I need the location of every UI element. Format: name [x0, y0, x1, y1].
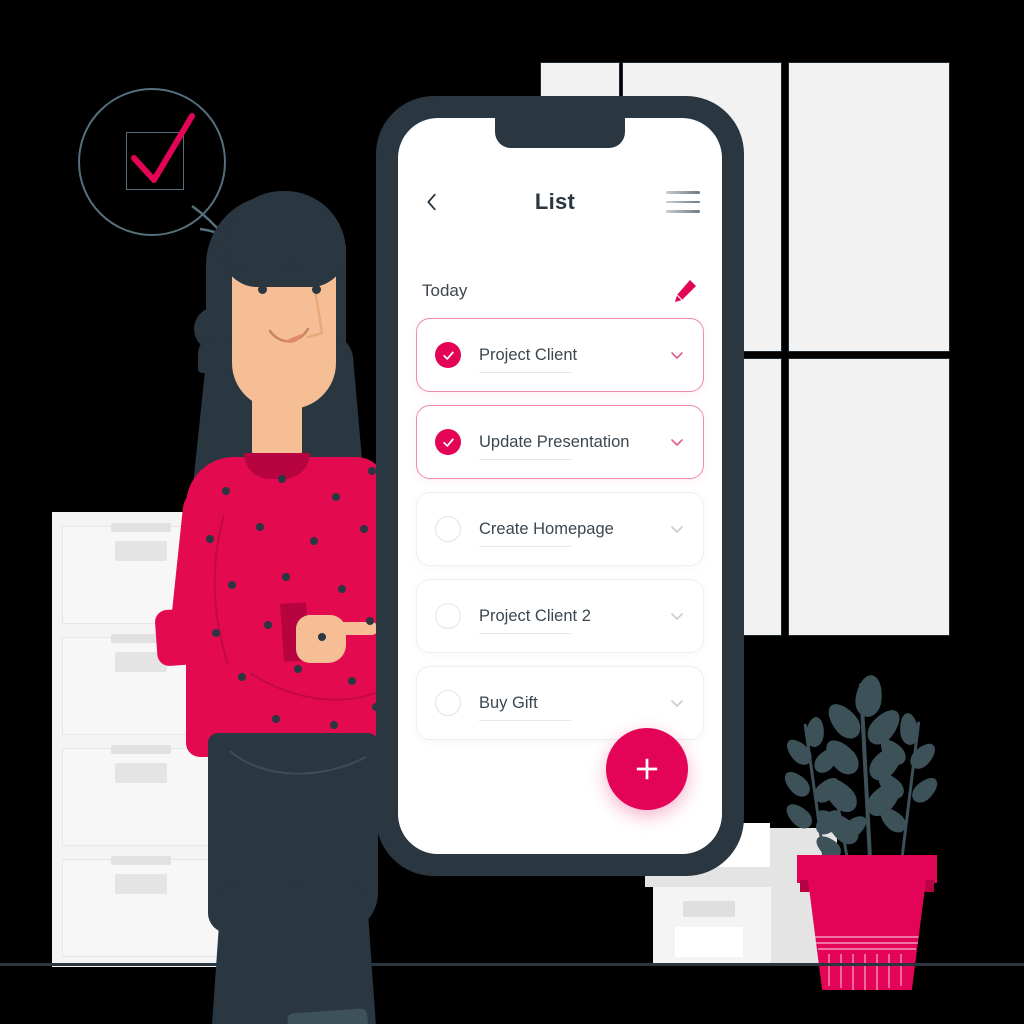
menu-line — [666, 191, 700, 194]
plus-icon — [636, 758, 658, 780]
pot-ridge — [864, 954, 866, 990]
pot-detail-line — [818, 948, 916, 950]
chevron-down-icon[interactable] — [669, 521, 685, 537]
drawer-handle-icon — [111, 856, 171, 865]
potted-plant — [779, 673, 950, 990]
task-underline — [479, 458, 571, 460]
task-card[interactable]: Update Presentation — [416, 405, 704, 479]
pot-ridge — [900, 954, 902, 986]
hamburger-menu-icon[interactable] — [666, 191, 700, 213]
drawer-handle-icon — [111, 523, 171, 532]
task-label: Update Presentation — [479, 432, 630, 451]
character-hair-fringe-lower — [222, 245, 346, 278]
plant-leaf — [804, 716, 826, 748]
task-underline — [479, 719, 571, 721]
checkmark-circle-filled-icon[interactable] — [435, 342, 461, 368]
pot-detail-line — [816, 942, 918, 944]
add-task-fab[interactable] — [606, 728, 688, 810]
phone-screen: List Today Project Client Update Present… — [398, 118, 722, 854]
task-label: Project Client — [479, 345, 578, 364]
drawer-label-plate — [115, 763, 167, 783]
chevron-down-icon[interactable] — [669, 347, 685, 363]
plant-leaf — [853, 673, 885, 719]
section-header: Today — [398, 276, 722, 306]
task-underline — [479, 545, 571, 547]
character-sweater-dots — [206, 467, 388, 729]
task-body: Create Homepage — [461, 519, 669, 547]
plant-leaf — [781, 799, 817, 833]
pot-ridge — [840, 954, 842, 988]
task-card[interactable]: Buy Gift — [416, 666, 704, 740]
section-label: Today — [422, 281, 468, 300]
chevron-down-icon[interactable] — [669, 608, 685, 624]
storage-box-front-panel — [675, 927, 743, 957]
task-card[interactable]: Create Homepage — [416, 492, 704, 566]
illustration-scene: List Today Project Client Update Present… — [0, 0, 1024, 1024]
task-label: Buy Gift — [479, 693, 538, 712]
chevron-down-icon[interactable] — [669, 695, 685, 711]
page-title: List — [534, 189, 576, 214]
circle-empty-icon[interactable] — [435, 603, 461, 629]
task-body: Project Client 2 — [461, 606, 669, 634]
back-chevron-icon[interactable] — [420, 190, 444, 214]
task-card[interactable]: Project Client — [416, 318, 704, 392]
menu-line — [666, 210, 700, 213]
task-body: Buy Gift — [461, 693, 669, 721]
task-body: Project Client — [461, 345, 669, 373]
task-card[interactable]: Project Client 2 — [416, 579, 704, 653]
plant-pot-rim — [797, 855, 937, 883]
pot-ridge — [888, 954, 890, 988]
menu-line — [666, 200, 700, 204]
plant-leaf — [779, 767, 815, 801]
chevron-down-icon[interactable] — [669, 434, 685, 450]
ground-line — [0, 963, 1024, 966]
storage-box-label — [683, 901, 735, 917]
phone-notch — [495, 118, 625, 148]
task-body: Update Presentation — [461, 432, 669, 460]
pot-ridge — [876, 954, 878, 990]
drawer-handle-icon — [111, 745, 171, 754]
circle-empty-icon[interactable] — [435, 690, 461, 716]
window-pane — [788, 358, 950, 636]
character-hair-bun — [198, 335, 236, 373]
task-label: Project Client 2 — [479, 606, 591, 625]
character-leg-right — [282, 882, 378, 1024]
task-underline — [479, 371, 571, 373]
checkmark-circle-filled-icon[interactable] — [435, 429, 461, 455]
task-underline — [479, 632, 571, 634]
checkmark-in-square-icon — [131, 113, 195, 183]
pot-ridge — [852, 954, 854, 990]
window-pane — [788, 62, 950, 352]
pot-detail-line — [814, 936, 920, 938]
task-label: Create Homepage — [479, 519, 614, 538]
pencil-icon[interactable] — [672, 278, 698, 304]
character-mouth — [268, 327, 310, 343]
pot-ridge — [828, 954, 830, 986]
task-list: Project Client Update Presentation Create … — [398, 318, 722, 753]
plant-leaf — [898, 712, 920, 746]
plant-pot-body — [808, 880, 926, 990]
drawer-label-plate — [115, 541, 167, 561]
character-pocket-line — [229, 750, 367, 775]
app-header: List — [398, 180, 722, 224]
circle-empty-icon[interactable] — [435, 516, 461, 542]
drawer-label-plate — [115, 874, 167, 894]
phone-mockup: List Today Project Client Update Present… — [376, 96, 744, 876]
